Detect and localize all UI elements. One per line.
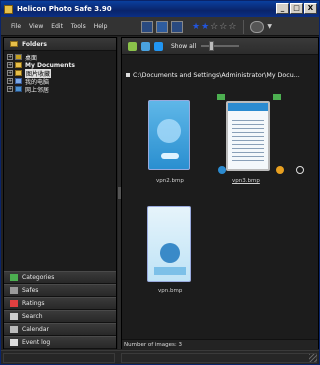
thumbnail-image <box>147 206 191 282</box>
settings-icon[interactable] <box>250 20 265 33</box>
star-icon[interactable]: ☆ <box>210 22 218 32</box>
network-icon <box>15 86 22 92</box>
documents-folder-icon <box>15 62 22 68</box>
add-folder-icon[interactable] <box>128 41 137 51</box>
thumbnail-caption: vpn3.bmp <box>232 178 260 184</box>
accordion-label: Ratings <box>22 300 45 307</box>
accordion-search[interactable]: Search <box>4 310 116 323</box>
title-bar[interactable]: Helicon Photo Safe 3.90 _ □ X <box>1 1 319 17</box>
folders-header[interactable]: Folders <box>4 38 116 51</box>
menu-view[interactable]: View <box>29 23 43 30</box>
star-icon[interactable]: ★ <box>201 22 209 32</box>
desktop-icon <box>15 54 22 60</box>
status-bar: Number of images: 3 <box>122 339 318 349</box>
category-icon <box>217 94 225 100</box>
resize-grip[interactable] <box>309 354 317 362</box>
star-icon <box>10 300 18 307</box>
tree-item-label: 桌面 <box>25 54 38 62</box>
sort-icon[interactable] <box>141 41 150 51</box>
app-icon <box>4 4 13 14</box>
tree-item-desktop[interactable]: + 桌面 <box>7 53 113 62</box>
thumbnail-image <box>148 100 190 170</box>
expand-icon[interactable]: + <box>7 70 13 76</box>
browser-toolbar: Show all <box>122 38 318 55</box>
close-button[interactable]: X <box>304 3 317 14</box>
tree-item-label: 网上邻居 <box>25 86 50 94</box>
zoom-icon[interactable] <box>296 166 304 174</box>
categories-icon <box>10 274 18 281</box>
expand-icon[interactable]: + <box>7 62 13 68</box>
computer-icon <box>15 78 22 84</box>
status-cell <box>3 353 115 363</box>
tree-item-label: My Documents <box>25 61 75 69</box>
expand-icon[interactable]: + <box>7 86 13 92</box>
accordion-calendar[interactable]: Calendar <box>4 323 116 336</box>
status-cell <box>121 353 317 363</box>
folders-header-label: Folders <box>22 40 47 48</box>
thumbnail-view-icon[interactable] <box>171 20 183 33</box>
app-window: Helicon Photo Safe 3.90 _ □ X File View … <box>0 0 320 365</box>
single-view-icon[interactable] <box>141 20 153 33</box>
thumbnail-image <box>226 101 270 171</box>
thumbnail-caption: vpn2.bmp <box>156 178 184 184</box>
minimize-button[interactable]: _ <box>276 3 289 14</box>
accordion-label: Categories <box>22 274 55 281</box>
accordion-label: Safes <box>22 287 39 294</box>
tree-item-my-documents[interactable]: + My Documents <box>7 61 113 69</box>
category-icon <box>273 94 281 100</box>
path-bullet-icon <box>126 73 130 77</box>
expand-icon[interactable]: + <box>7 54 13 60</box>
tree-item-pictures[interactable]: + 图片收藏 <box>7 68 113 78</box>
info-icon[interactable] <box>218 166 226 174</box>
tree-item-my-computer[interactable]: + 我的电脑 <box>7 77 113 86</box>
split-view-icon[interactable] <box>156 20 168 33</box>
thumbnail-caption: vpn.bmp <box>158 288 183 294</box>
filter-icon[interactable] <box>154 41 163 51</box>
thumbnail-size-slider[interactable] <box>201 41 240 51</box>
right-panel: Show all C:\Documents and Settings\Admin… <box>121 37 319 349</box>
accordion-label: Event log <box>22 339 51 346</box>
menu-tools[interactable]: Tools <box>71 23 86 30</box>
current-path: C:\Documents and Settings\Administrator\… <box>126 70 318 80</box>
menu-file[interactable]: File <box>11 23 21 30</box>
accordion-categories[interactable]: Categories <box>4 271 116 284</box>
accordion-ratings[interactable]: Ratings <box>4 297 116 310</box>
accordion-label: Search <box>22 313 43 320</box>
folder-icon <box>10 41 18 47</box>
expand-icon[interactable]: + <box>7 78 13 84</box>
star-icon[interactable]: ☆ <box>219 22 227 32</box>
calendar-icon <box>10 326 18 333</box>
maximize-button[interactable]: □ <box>290 3 303 14</box>
chevron-down-icon[interactable]: ▼ <box>267 23 272 30</box>
star-icon[interactable]: ★ <box>192 22 200 32</box>
toolbar-separator <box>243 19 245 34</box>
tree-item-network[interactable]: + 网上邻居 <box>7 85 113 94</box>
menu-help[interactable]: Help <box>94 23 108 30</box>
image-count: Number of images: 3 <box>124 341 182 348</box>
rating-stars[interactable]: ★ ★ ☆ ☆ ☆ <box>192 22 237 32</box>
path-text: C:\Documents and Settings\Administrator\… <box>133 71 300 79</box>
show-all-label[interactable]: Show all <box>171 43 196 50</box>
emoticon-icon[interactable] <box>276 166 284 174</box>
folder-icon <box>15 70 22 76</box>
main-toolbar: ★ ★ ☆ ☆ ☆ ▼ <box>141 18 272 35</box>
window-title: Helicon Photo Safe 3.90 <box>17 5 112 13</box>
event-log-icon <box>10 339 18 346</box>
safe-icon <box>10 287 18 294</box>
accordion-label: Calendar <box>22 326 49 333</box>
bottom-status-bar <box>1 350 319 364</box>
folder-tree: + 桌面 + My Documents + 图片收藏 + 我的电脑 + 网上邻居 <box>4 51 116 95</box>
slider-knob[interactable] <box>209 41 215 51</box>
star-icon[interactable]: ☆ <box>228 22 236 32</box>
search-icon <box>10 313 18 320</box>
accordion-safes[interactable]: Safes <box>4 284 116 297</box>
left-panel: Folders + 桌面 + My Documents + 图片收藏 + 我的电… <box>3 37 117 349</box>
accordion-event-log[interactable]: Event log <box>4 336 116 349</box>
menu-edit[interactable]: Edit <box>51 23 63 30</box>
